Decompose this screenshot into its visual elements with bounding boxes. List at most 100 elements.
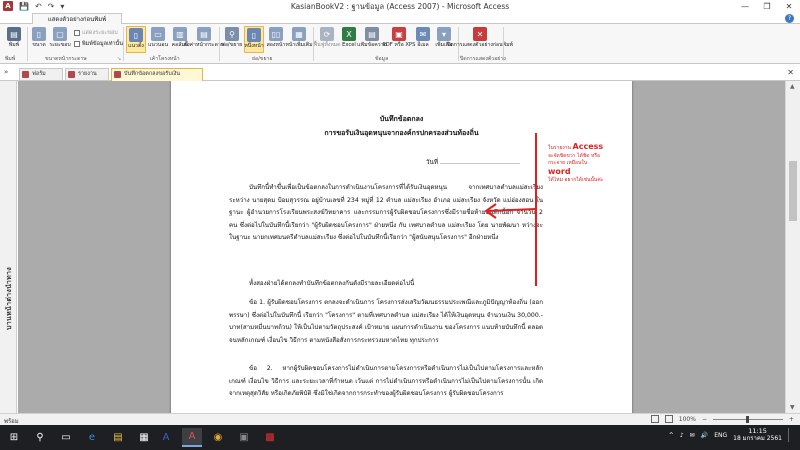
zoom-out-icon[interactable]: −	[702, 416, 707, 423]
close-preview-icon: ✕	[473, 27, 487, 41]
edge-icon[interactable]: e	[82, 428, 102, 447]
maximize-button[interactable]: ❐	[756, 0, 778, 13]
text-file-export-button[interactable]: ▤ แฟ้มข้อความ	[357, 26, 387, 53]
notification-icon[interactable]: ✉	[690, 432, 695, 439]
group-label-data: ข้อมูล	[375, 56, 389, 62]
pdf-icon: ▣	[392, 27, 406, 41]
print-data-only-option[interactable]: พิมพ์ข้อมูลเท่านั้น	[74, 40, 123, 48]
tray-overflow-icon[interactable]: ^	[669, 432, 674, 439]
doc-tab-agreement-report[interactable]: บันทึกข้อตกลงขอรับเงิน	[111, 68, 203, 81]
scroll-up-icon[interactable]: ▲	[790, 83, 795, 90]
zoom-button[interactable]: ⚲ ย่อ/ขยาย	[222, 26, 242, 53]
annotation-note: ในรายงาน Access จะจัดชิดขวา ได้ชิด หรือ …	[548, 142, 604, 184]
zoom-in-icon[interactable]: +	[789, 416, 794, 423]
text-file-icon: ▤	[365, 27, 379, 41]
windows-taskbar: ⊞ ⚲ ▭ e ▤ ▦ A A ◉ ▣ ▩ ^ ♪ ✉ 🔊 ENG 11:15 …	[0, 425, 800, 450]
more-pages-button[interactable]: ▦ หน้าเพิ่มเติม	[285, 26, 313, 53]
print-preview-area[interactable]: บันทึกข้อตกลง การขอรับเงินอุดหนุนจากองค์…	[18, 81, 785, 413]
view-icon[interactable]	[650, 415, 659, 423]
group-label-close-preview: ปิดการแสดงตัวอย่าง	[460, 56, 506, 62]
media-app-icon[interactable]: ▩	[260, 428, 280, 447]
zoom-level: 100%	[678, 415, 696, 423]
doc-tab-report[interactable]: รายงาน	[65, 68, 109, 80]
refresh-icon: ⟳	[320, 27, 334, 41]
refresh-all-button[interactable]: ⟳ ฟื้นฟูทั้งหมด	[313, 26, 341, 53]
doc-tab-form[interactable]: ฟอร์ม	[19, 68, 63, 80]
vertical-scrollbar[interactable]: ▲ ▼	[785, 81, 800, 413]
scroll-down-icon[interactable]: ▼	[790, 404, 795, 411]
minimize-button[interactable]: —	[734, 0, 756, 13]
language-indicator[interactable]: ENG	[714, 432, 727, 439]
clock[interactable]: 11:15 18 มกราคม 2561	[733, 427, 782, 443]
close-preview-button[interactable]: ✕ ปิดการแสดงตัวอย่างก่อนพิมพ์	[447, 26, 513, 53]
help-icon[interactable]: ?	[785, 14, 794, 23]
annotation-arrow	[484, 133, 537, 286]
clock-time: 11:15	[748, 427, 767, 435]
two-pages-icon: ▯▯	[269, 27, 283, 41]
volume-icon[interactable]: 🔊	[701, 432, 708, 439]
paper-size-icon: ▯	[32, 27, 46, 41]
title-bar: A 💾 ↶ ↷ ▾ KasianBookV2 : ฐานข้อมูล (Acce…	[0, 0, 800, 13]
status-right: 100% − +	[650, 415, 794, 423]
clock-date: 18 มกราคม 2561	[733, 435, 782, 442]
group-separator	[27, 27, 28, 61]
show-margins-checkbox[interactable]	[74, 30, 80, 36]
columns-button[interactable]: ▥ คอลัมน์	[170, 26, 190, 53]
zoom-slider-handle[interactable]	[745, 415, 749, 423]
portrait-icon: ▯	[129, 28, 143, 42]
excel-icon: X	[342, 27, 356, 41]
form-icon	[22, 71, 29, 78]
app-icon[interactable]: ▣	[234, 428, 254, 447]
email-button[interactable]: ✉ อีเมล	[414, 26, 432, 53]
more-export-icon: ▾	[437, 27, 451, 41]
nav-pane-toggle-icon[interactable]: »	[4, 68, 8, 76]
window-controls: — ❐ ✕	[734, 0, 800, 13]
more-pages-icon: ▦	[292, 27, 306, 41]
file-explorer-icon[interactable]: ▤	[108, 428, 128, 447]
document-tabs: » ฟอร์ม รายงาน บันทึกข้อตกลงขอรับเงิน ✕	[0, 65, 800, 81]
navigation-pane[interactable]: บานหน้าต่างนำทาง	[0, 81, 17, 413]
ribbon-tab-row: แสดงตัวอย่างก่อนพิมพ์ ?	[0, 13, 800, 24]
pdf-xps-export-button[interactable]: ▣ PDF หรือ XPS	[383, 26, 415, 53]
chrome-icon[interactable]: ◉	[208, 428, 228, 447]
report-icon	[68, 71, 75, 78]
word-icon[interactable]: A	[156, 428, 176, 447]
status-bar: พร้อม 100% − +	[0, 413, 800, 425]
layout-icon[interactable]	[664, 415, 673, 423]
size-button[interactable]: ▯ ขนาด	[30, 26, 48, 53]
landscape-button[interactable]: ▭ แนวนอน	[148, 26, 168, 53]
page-size-launcher-icon[interactable]: ↘	[117, 56, 121, 62]
group-label-print: พิมพ์	[5, 56, 16, 62]
scroll-thumb[interactable]	[789, 161, 797, 221]
show-desktop-button[interactable]	[788, 428, 796, 442]
zoom-slider[interactable]	[712, 415, 783, 423]
print-button[interactable]: ▤ พิมพ์	[4, 26, 24, 53]
show-margins-option[interactable]: แสดงระยะขอบ	[74, 29, 118, 37]
close-tab-icon[interactable]: ✕	[787, 68, 794, 77]
search-icon[interactable]: ⚲	[30, 428, 50, 447]
magnifier-icon: ⚲	[225, 27, 239, 41]
margins-icon: ▢	[53, 27, 67, 41]
more-export-button[interactable]: ▾ เพิ่มเติม	[434, 26, 454, 53]
window-title: KasianBookV2 : ฐานข้อมูล (Access 2007) -…	[290, 2, 510, 11]
page-setup-button[interactable]: ▤ ตั้งค่าหน้ากระดาษ	[184, 26, 224, 53]
start-icon[interactable]: ⊞	[4, 428, 24, 447]
system-tray: ^ ♪ ✉ 🔊 ENG 11:15 18 มกราคม 2561	[669, 427, 796, 443]
ribbon: ▤ พิมพ์ ▯ ขนาด ▢ ระยะขอบ แสดงระยะขอบ พิม…	[0, 24, 800, 64]
task-view-icon[interactable]: ▭	[56, 428, 76, 447]
printer-icon: ▤	[7, 27, 21, 41]
print-data-only-checkbox[interactable]	[74, 41, 80, 47]
tab-print-preview[interactable]: แสดงตัวอย่างก่อนพิมพ์	[32, 13, 122, 24]
group-label-page-layout: เค้าโครงหน้า	[150, 56, 180, 62]
columns-icon: ▥	[173, 27, 187, 41]
network-icon[interactable]: ♪	[680, 432, 684, 439]
portrait-button[interactable]: ▯ แนวตั้ง	[126, 26, 146, 53]
excel-export-button[interactable]: X Excel	[340, 26, 358, 53]
group-separator	[219, 27, 220, 61]
close-window-button[interactable]: ✕	[778, 0, 800, 13]
margins-button[interactable]: ▢ ระยะขอบ	[49, 26, 71, 53]
two-pages-button[interactable]: ▯▯ สองหน้า	[266, 26, 286, 53]
store-icon[interactable]: ▦	[134, 428, 154, 447]
one-page-button[interactable]: ▯ หนึ่งหน้า	[244, 26, 264, 53]
access-taskbar-icon[interactable]: A	[182, 428, 202, 447]
